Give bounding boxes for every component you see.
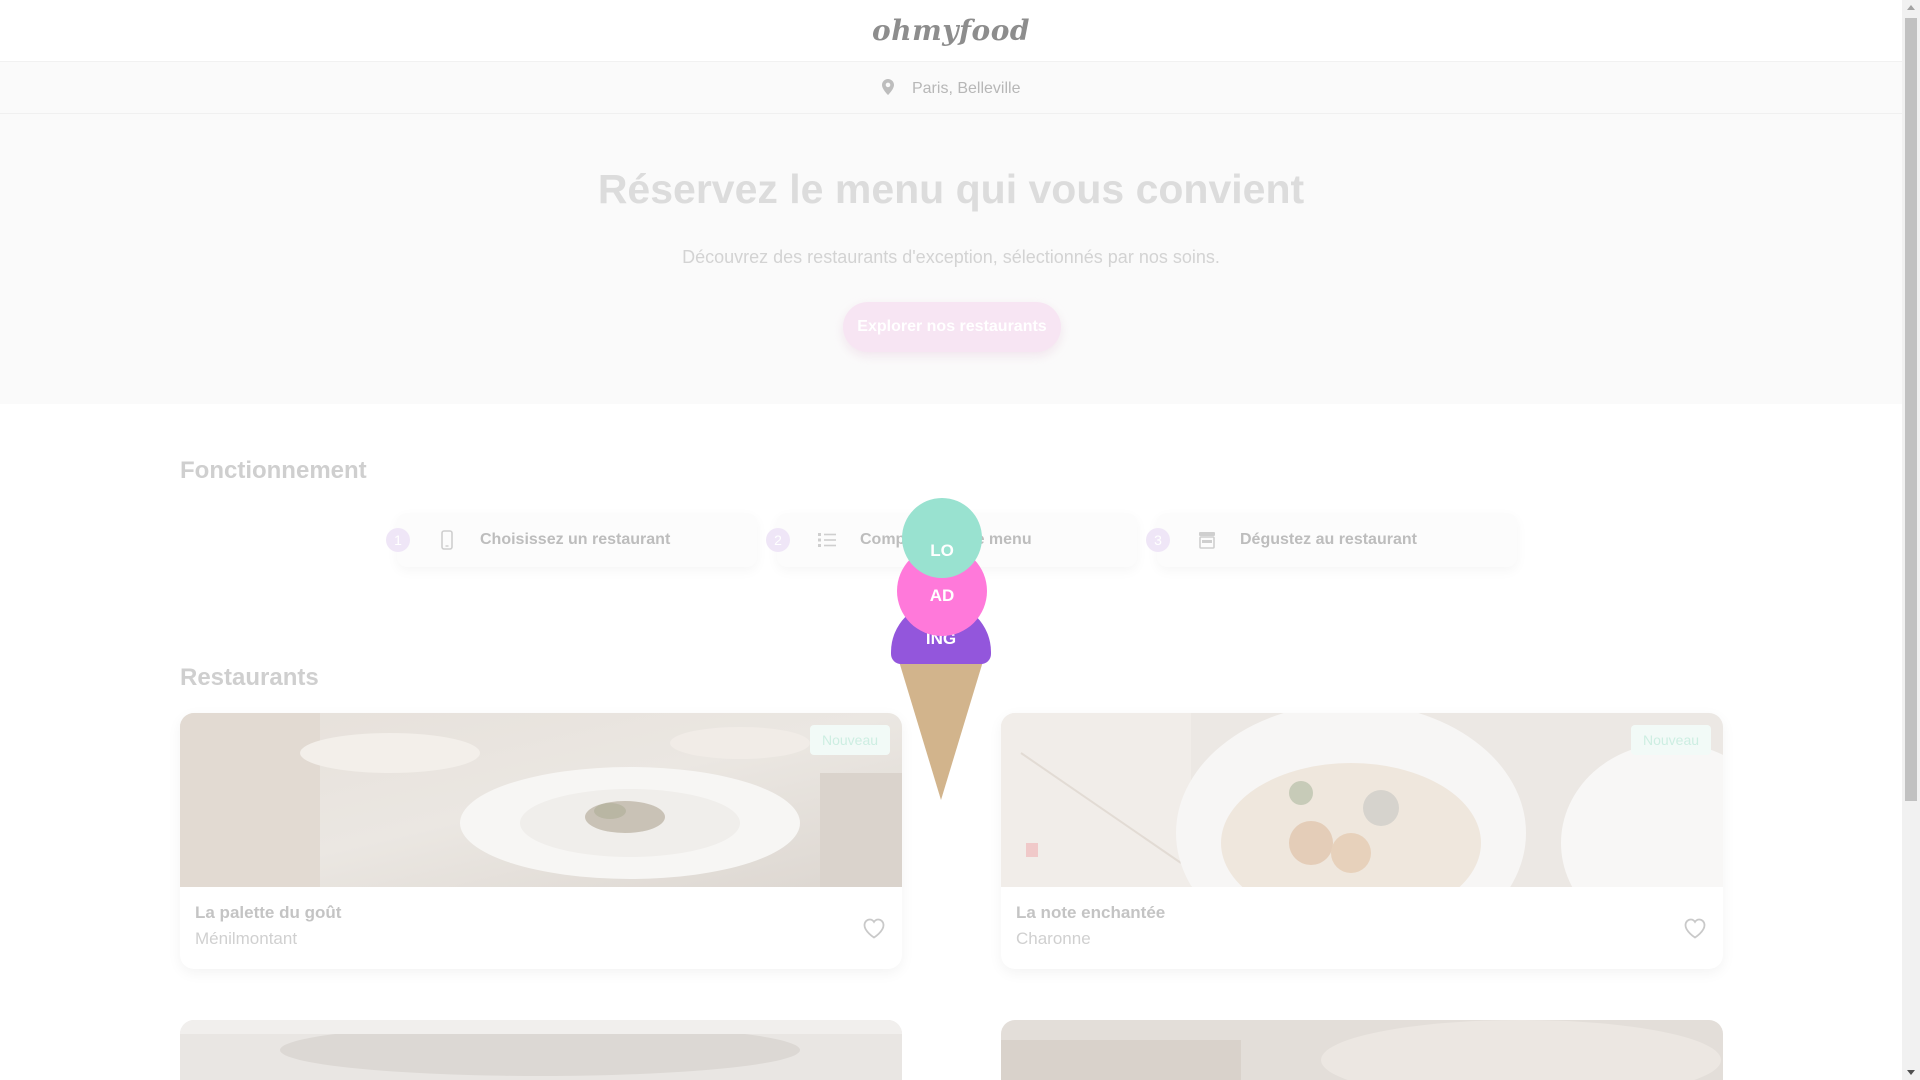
restaurant-photo: Nouveau: [180, 713, 902, 887]
vertical-scrollbar[interactable]: [1902, 0, 1920, 1080]
new-badge: Nouveau: [810, 725, 890, 755]
scoop-label: AD: [929, 586, 955, 605]
map-pin-icon: [881, 79, 894, 95]
scoop-mint: LO: [902, 498, 982, 578]
step-choose-restaurant: 1 Choisissez un restaurant: [386, 513, 757, 567]
store-icon: [1199, 532, 1215, 549]
explore-restaurants-button[interactable]: Explorer nos restaurants: [843, 302, 1061, 352]
restaurant-area: Ménilmontant: [195, 929, 298, 948]
scrollbar-thumb[interactable]: [1905, 18, 1917, 801]
restaurant-card[interactable]: Nouveau La palette du goût Ménilmontant: [180, 713, 902, 969]
hero-title: Réservez le menu qui vous convient: [597, 166, 1305, 212]
restaurant-card[interactable]: [1001, 1020, 1723, 1080]
restaurants-title: Restaurants: [180, 664, 319, 691]
step-number: 2: [766, 528, 790, 552]
scroll-up-arrow-icon[interactable]: [1902, 0, 1920, 17]
restaurant-name: La note enchantée: [1016, 903, 1166, 922]
heart-icon[interactable]: [862, 917, 886, 939]
restaurant-area: Charonne: [1016, 929, 1091, 948]
page: ohmyfood Paris, Belleville Réservez le m…: [0, 0, 1902, 1080]
heart-icon[interactable]: [1683, 917, 1707, 939]
hero-subtitle: Découvrez des restaurants d'exception, s…: [682, 247, 1220, 267]
site-header: ohmyfood: [0, 0, 1902, 62]
loading-animation: ING AD LO: [890, 498, 992, 800]
scroll-down-arrow-icon[interactable]: [1902, 1063, 1920, 1080]
restaurant-card[interactable]: [180, 1020, 902, 1080]
step-number: 3: [1146, 528, 1170, 552]
new-badge: Nouveau: [1631, 725, 1711, 755]
restaurant-photo: Nouveau: [1001, 713, 1723, 887]
how-it-works-title: Fonctionnement: [180, 457, 367, 484]
location: Paris, Belleville: [0, 79, 1902, 98]
step-label: Choisissez un restaurant: [480, 531, 671, 548]
step-taste-restaurant: 3 Dégustez au restaurant: [1146, 513, 1517, 567]
mobile-phone-icon: [441, 530, 453, 550]
location-text: Paris, Belleville: [911, 80, 1021, 97]
step-label: Dégustez au restaurant: [1240, 531, 1417, 548]
step-number: 1: [386, 528, 410, 552]
location-bar: Paris, Belleville: [0, 62, 1902, 114]
hero-section: Réservez le menu qui vous convient Décou…: [0, 114, 1902, 404]
list-icon: [818, 533, 836, 547]
restaurant-name: La palette du goût: [195, 903, 342, 922]
ohmyfood-logo[interactable]: ohmyfood: [0, 14, 1902, 47]
restaurant-card[interactable]: Nouveau La note enchantée Charonne: [1001, 713, 1723, 969]
scoop-label: LO: [930, 541, 954, 560]
